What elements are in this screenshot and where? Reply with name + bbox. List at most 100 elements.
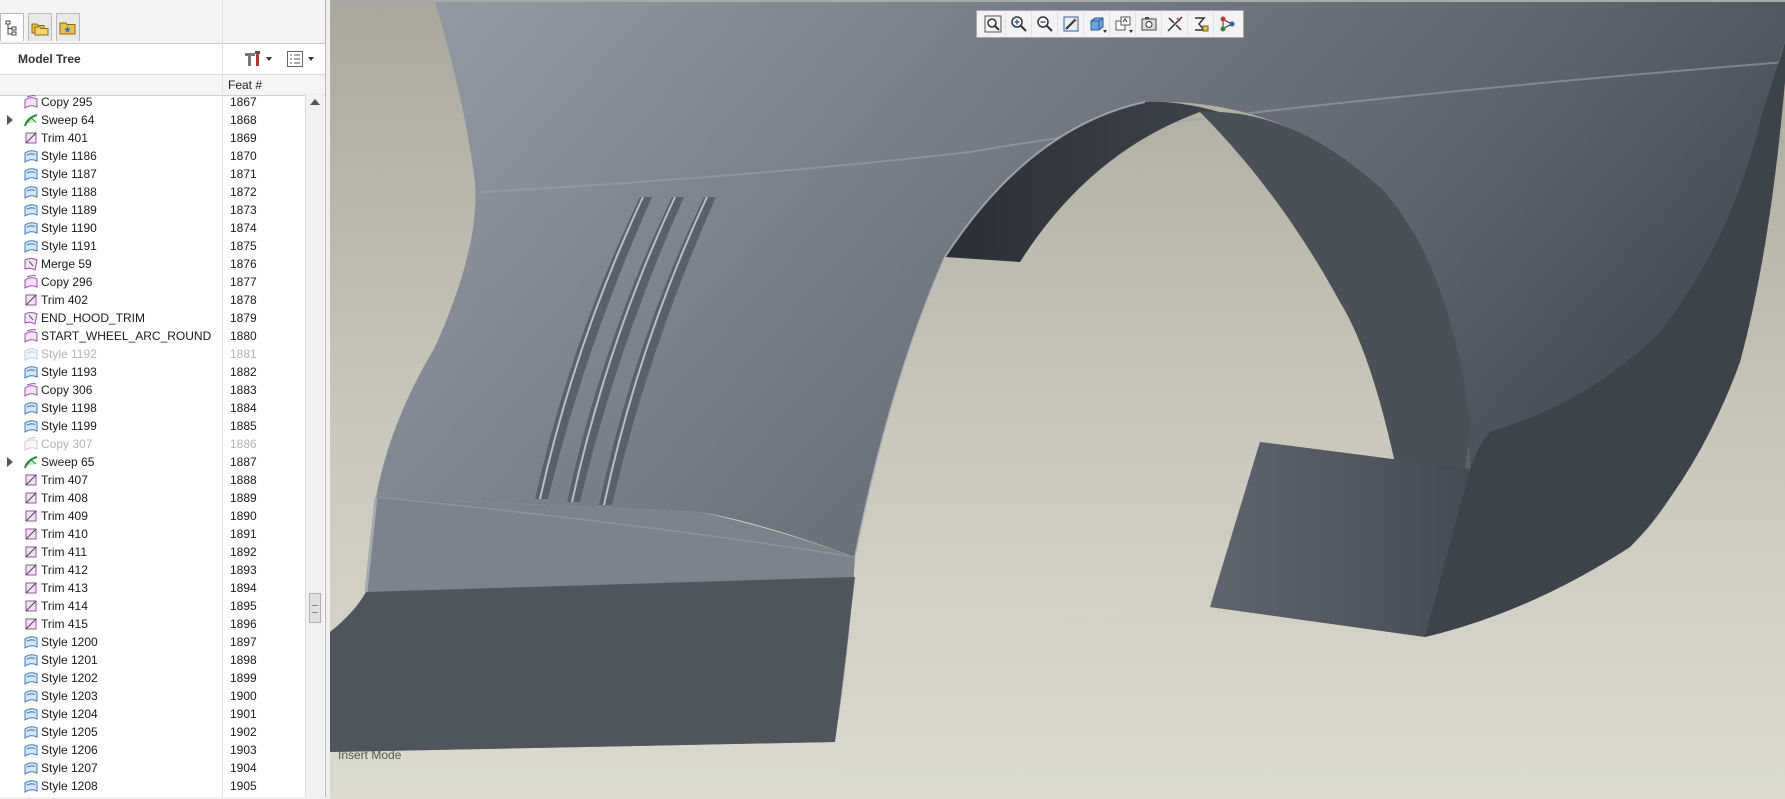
tree-row[interactable]: Style 1206 1903 (0, 741, 305, 759)
expand-arrow-icon[interactable] (7, 115, 13, 125)
tree-row[interactable]: Style 1207 1904 (0, 759, 305, 777)
feature-name: Merge 59 (41, 257, 92, 271)
feature-name: Trim 408 (41, 491, 88, 505)
repaint-button[interactable] (1058, 12, 1084, 36)
tree-row[interactable]: Trim 401 1869 (0, 129, 305, 147)
feature-number: 1867 (230, 95, 257, 109)
tab-model-tree[interactable] (0, 13, 24, 41)
copy-feature-icon (23, 382, 39, 398)
tree-row[interactable]: Style 1200 1897 (0, 633, 305, 651)
expand-arrow-icon[interactable] (7, 457, 13, 467)
tree-row[interactable]: Trim 415 1896 (0, 615, 305, 633)
feature-number: 1899 (230, 671, 257, 685)
display-style-button[interactable] (1084, 12, 1110, 36)
tree-row[interactable]: Style 1199 1885 (0, 417, 305, 435)
feature-number: 1895 (230, 599, 257, 613)
view-manager-button[interactable] (1136, 12, 1162, 36)
tree-row[interactable]: Copy 306 1883 (0, 381, 305, 399)
tree-row[interactable]: Style 1205 1902 (0, 723, 305, 741)
tree-row[interactable]: Copy 295 1867 (0, 93, 305, 111)
feature-number: 1874 (230, 221, 257, 235)
feature-number: 1885 (230, 419, 257, 433)
tree-row[interactable]: Copy 307 1886 (0, 435, 305, 453)
tree-row[interactable]: START_WHEEL_ARC_ROUND 1880 (0, 327, 305, 345)
tree-row[interactable]: Style 1187 1871 (0, 165, 305, 183)
tab-favorites[interactable] (56, 13, 80, 41)
feature-name: Trim 413 (41, 581, 88, 595)
zoom-in-icon (1010, 16, 1027, 32)
tree-row[interactable]: Sweep 64 1868 (0, 111, 305, 129)
zoom-out-button[interactable] (1032, 12, 1058, 36)
annotation-display-button[interactable] (1188, 12, 1214, 36)
feature-number: 1872 (230, 185, 257, 199)
tree-row[interactable]: Style 1208 1905 (0, 777, 305, 795)
tree-row[interactable]: Style 1189 1873 (0, 201, 305, 219)
scroll-up-arrow[interactable] (306, 93, 324, 110)
tree-row[interactable]: Copy 296 1877 (0, 273, 305, 291)
feature-number: 1873 (230, 203, 257, 217)
style-feature-icon (23, 148, 39, 164)
tree-row[interactable]: Trim 410 1891 (0, 525, 305, 543)
tree-row[interactable]: Style 1201 1898 (0, 651, 305, 669)
tree-row[interactable]: Trim 408 1889 (0, 489, 305, 507)
feature-number: 1886 (230, 437, 257, 451)
feat-number-column-header[interactable]: Feat # (228, 78, 262, 92)
tree-row[interactable]: Style 1198 1884 (0, 399, 305, 417)
style-feature-icon (23, 760, 39, 776)
saved-views-icon (1115, 16, 1130, 31)
feature-name: Style 1205 (41, 725, 98, 739)
zoom-in-button[interactable] (1006, 12, 1032, 36)
tree-row[interactable]: Trim 414 1895 (0, 597, 305, 615)
tree-vertical-scrollbar[interactable] (305, 93, 324, 797)
tree-row[interactable]: Trim 413 1894 (0, 579, 305, 597)
datum-display-button[interactable] (1162, 12, 1188, 36)
feature-number: 1881 (230, 347, 257, 361)
tree-row[interactable]: Sweep 65 1887 (0, 453, 305, 471)
feature-number: 1891 (230, 527, 257, 541)
tree-row[interactable]: Style 1192 1881 (0, 345, 305, 363)
sweep-feature-icon (23, 112, 39, 128)
feature-number: 1905 (230, 779, 257, 793)
tree-filter-button[interactable] (286, 48, 314, 70)
sweep-feature-icon (23, 454, 39, 470)
tree-row[interactable]: Style 1190 1874 (0, 219, 305, 237)
tree-row[interactable]: Style 1203 1900 (0, 687, 305, 705)
scroll-thumb[interactable] (309, 593, 321, 623)
tree-row[interactable]: Style 1191 1875 (0, 237, 305, 255)
graphics-viewport[interactable]: Insert Mode (330, 0, 1785, 799)
style-feature-icon (23, 238, 39, 254)
spin-center-button[interactable] (1214, 12, 1240, 36)
tree-settings-button[interactable] (243, 48, 272, 70)
feature-name: Sweep 65 (41, 455, 95, 469)
tree-row[interactable]: Style 1204 1901 (0, 705, 305, 723)
trim-feature-icon (23, 580, 39, 596)
feature-number: 1876 (230, 257, 257, 271)
style-feature-icon (23, 778, 39, 794)
feature-name: Trim 410 (41, 527, 88, 541)
feature-name: Style 1186 (41, 149, 97, 163)
refit-button[interactable] (980, 12, 1006, 36)
feature-number: 1871 (230, 167, 257, 181)
tree-row[interactable]: Style 1193 1882 (0, 363, 305, 381)
tree-row[interactable]: Trim 411 1892 (0, 543, 305, 561)
tree-row[interactable]: Style 1186 1870 (0, 147, 305, 165)
tree-row[interactable]: Trim 412 1893 (0, 561, 305, 579)
tab-folder-browser[interactable] (28, 13, 52, 41)
feature-name: Copy 307 (41, 437, 93, 451)
tree-row[interactable]: Trim 409 1890 (0, 507, 305, 525)
tree-row[interactable]: Trim 402 1878 (0, 291, 305, 309)
style-feature-icon (23, 670, 39, 686)
trim-feature-icon (23, 130, 39, 146)
tree-row[interactable]: Trim 407 1888 (0, 471, 305, 489)
trim-feature-icon (23, 562, 39, 578)
tree-row[interactable]: Style 1188 1872 (0, 183, 305, 201)
tree-row[interactable]: Style 1202 1899 (0, 669, 305, 687)
tree-row[interactable]: Merge 59 1876 (0, 255, 305, 273)
tree-row[interactable]: END_HOOD_TRIM 1879 (0, 309, 305, 327)
chevron-down-icon (308, 57, 314, 61)
saved-views-button[interactable] (1110, 12, 1136, 36)
feature-number: 1887 (230, 455, 257, 469)
feature-name: Copy 295 (41, 95, 93, 109)
favorites-icon (59, 22, 76, 34)
feature-name: Trim 409 (41, 509, 88, 523)
